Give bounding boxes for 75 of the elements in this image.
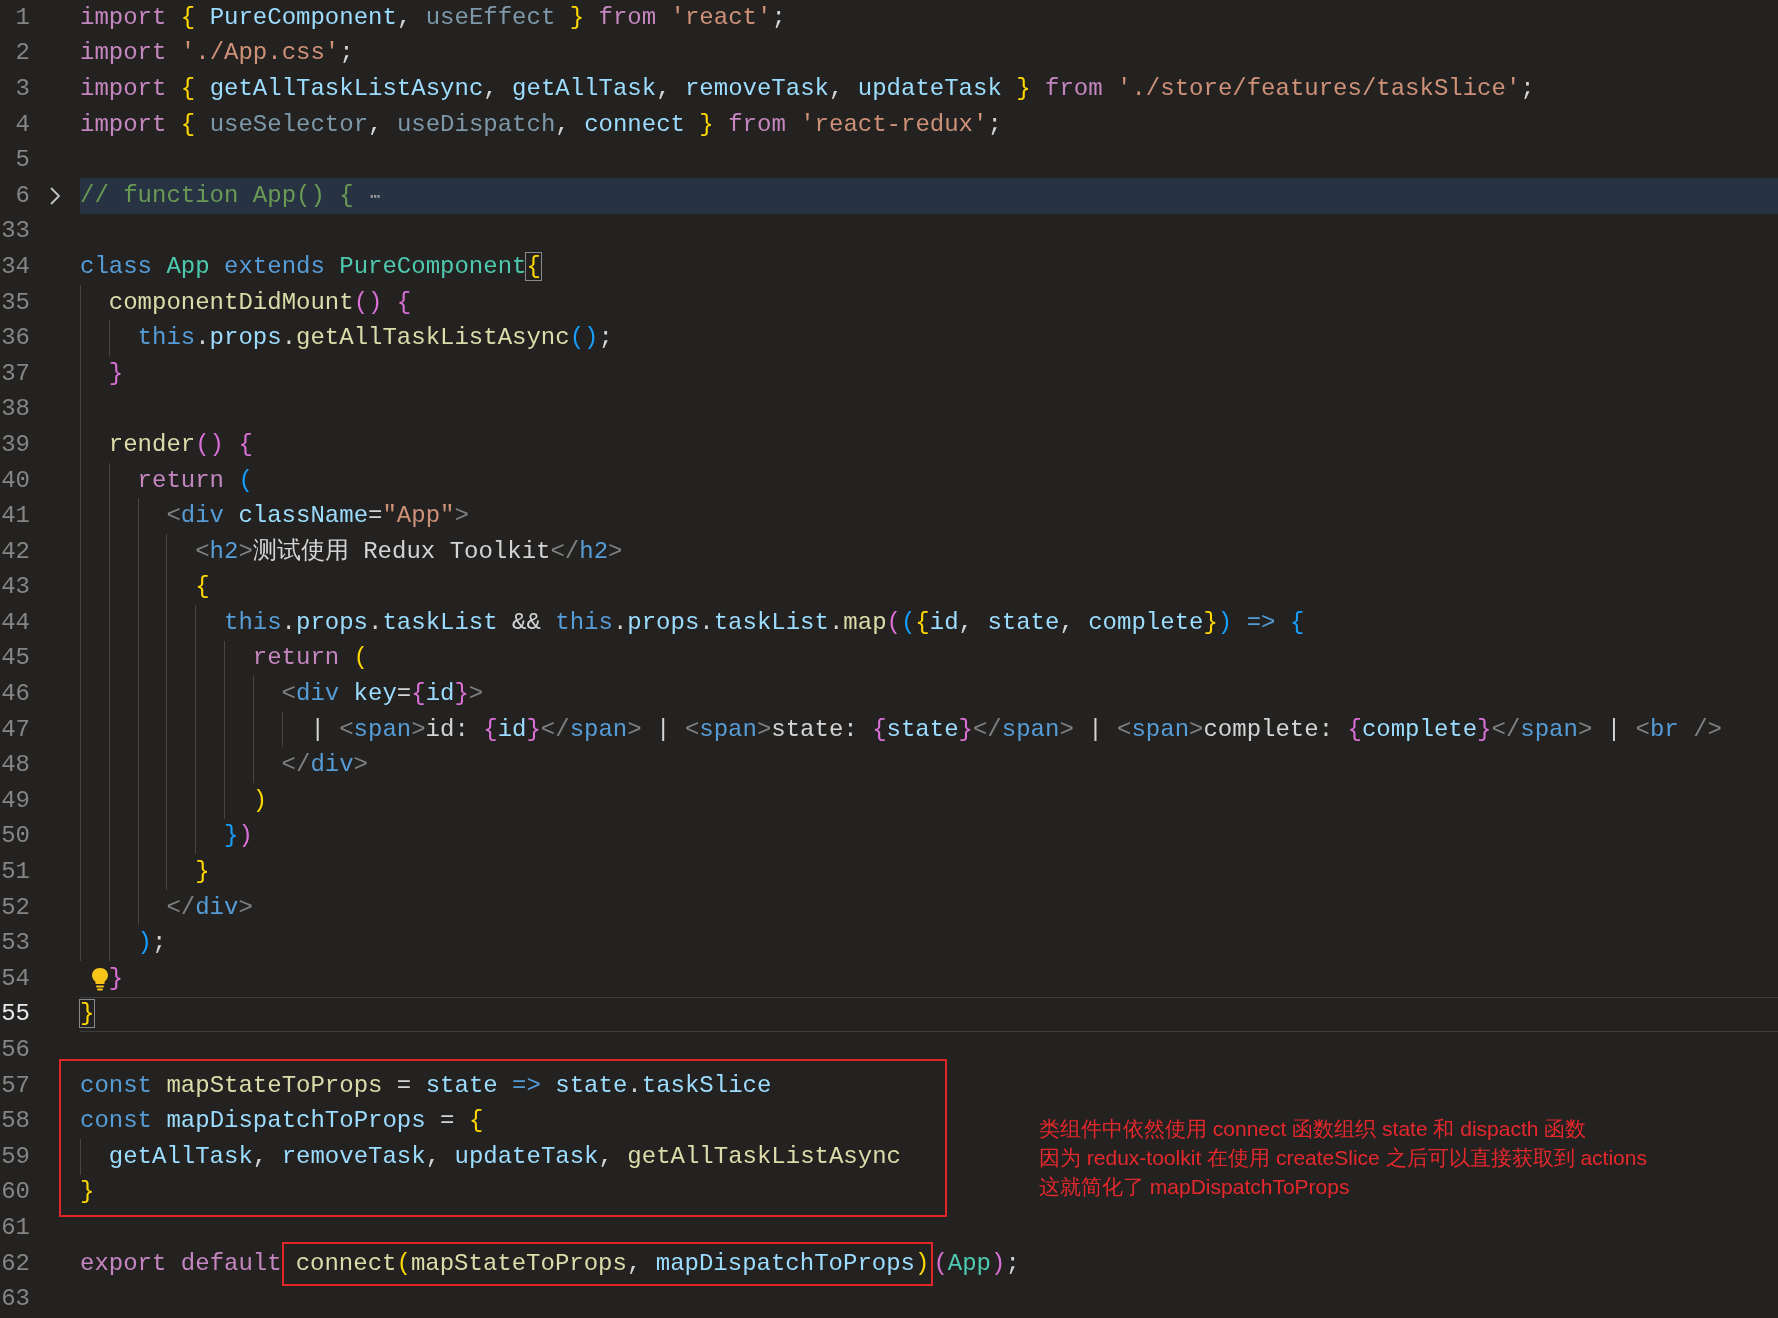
code-line: const mapDispatchToProps = { <box>80 1109 484 1134</box>
line-number: 4 <box>14 112 30 137</box>
line-number: 5 <box>14 148 30 173</box>
line-number: 63 <box>0 1287 30 1312</box>
line-number: 55 <box>0 1002 30 1027</box>
line-number: 53 <box>0 931 30 956</box>
code-line: componentDidMount() { <box>108 290 412 315</box>
code-line: <div className="App"> <box>166 504 469 529</box>
line-number: 49 <box>0 788 30 813</box>
code-line: import { PureComponent, useEffect } from 'react'; <box>80 5 786 30</box>
line-number: 2 <box>14 41 30 66</box>
code-line: export default <box>80 1251 282 1276</box>
line-number: 1 <box>14 5 30 30</box>
code-line: getAllTask, removeTask, updateTask, getAllTaskListAsync <box>108 1144 901 1169</box>
code-line: | <span>id: {id}</span> | <span>state: {state}</span> | <span>complete: {complete}</span> | <br /> <box>310 717 1722 742</box>
code-line: import { getAllTaskListAsync, getAllTask, removeTask, updateTask } from './store/features/taskSlice'; <box>80 77 1535 101</box>
fold-chevron-icon[interactable] <box>49 185 61 206</box>
line-number: 48 <box>0 753 30 778</box>
line-number: 52 <box>0 895 30 920</box>
line-number: 36 <box>0 326 30 351</box>
code-line: } <box>195 860 210 885</box>
code-line: class App extends PureComponent{ <box>80 254 541 279</box>
line-number: 56 <box>0 1038 30 1062</box>
line-number: 34 <box>0 254 30 279</box>
line-number: 51 <box>0 860 30 885</box>
line-number: 3 <box>14 77 30 101</box>
line-number: 61 <box>0 1216 30 1240</box>
line-number: 43 <box>0 575 30 600</box>
code-line: </div> <box>281 753 368 778</box>
annotation-text: 类组件中依然使用 connect 函数组织 state 和 dispacth 函数 <box>1039 1116 1588 1142</box>
lightbulb-icon[interactable] <box>90 966 109 991</box>
line-number: 59 <box>0 1144 30 1169</box>
code-line: } <box>80 1180 95 1205</box>
code-line: { <box>195 575 210 600</box>
line-number: 39 <box>0 432 30 457</box>
code-line: } <box>108 966 124 991</box>
code-line: import { useSelector, useDispatch, connect } from 'react-redux'; <box>80 112 1002 137</box>
line-number: 33 <box>0 219 30 244</box>
code-line: (App); <box>933 1251 1020 1276</box>
line-number: 45 <box>0 646 30 671</box>
annotation-text: 这就简化了 mapDispatchToProps <box>1039 1174 1351 1200</box>
code-line: this.props.getAllTaskListAsync(); <box>137 326 613 351</box>
line-number: 57 <box>0 1073 30 1098</box>
code-line: <h2>测试使用 Redux Toolkit</h2> <box>195 539 623 564</box>
line-number: 41 <box>0 504 30 529</box>
code-line: this.props.taskList && this.props.taskList.map(({id, state, complete}) => { <box>224 610 1305 635</box>
line-number: 54 <box>0 966 30 991</box>
code-line: <div key={id}> <box>281 682 484 707</box>
code-line: import './App.css'; <box>80 41 354 66</box>
line-number: 46 <box>0 682 30 707</box>
code-line: }) <box>224 824 253 849</box>
line-number: 50 <box>0 824 30 849</box>
code-line: return ( <box>252 646 368 671</box>
line-number: 58 <box>0 1109 30 1134</box>
line-number: 47 <box>0 717 30 742</box>
line-number: 40 <box>0 468 30 493</box>
code-line: render() { <box>108 432 253 457</box>
code-line: // function App() { ⋯ <box>80 183 382 208</box>
code-line: const mapStateToProps = state => state.taskSlice <box>80 1073 772 1098</box>
annotation-text: 因为 redux-toolkit 在使用 createSlice 之后可以直接获取到 actions <box>1039 1145 1647 1171</box>
code-line: return ( <box>137 468 253 493</box>
line-number: 60 <box>0 1180 30 1205</box>
line-number: 44 <box>0 610 30 635</box>
line-number: 38 <box>0 397 30 422</box>
code-line: } <box>80 1002 95 1027</box>
line-number: 6 <box>14 183 30 208</box>
line-number: 62 <box>0 1251 30 1276</box>
line-number: 35 <box>0 290 30 315</box>
line-number: 42 <box>0 539 30 564</box>
code-line: ) <box>252 788 268 813</box>
code-line: connect(mapStateToProps, mapDispatchToProps) <box>295 1251 930 1276</box>
code-line: </div> <box>166 895 253 920</box>
code-line: ); <box>137 931 167 956</box>
code-line: } <box>108 361 124 386</box>
line-number: 37 <box>0 361 30 386</box>
